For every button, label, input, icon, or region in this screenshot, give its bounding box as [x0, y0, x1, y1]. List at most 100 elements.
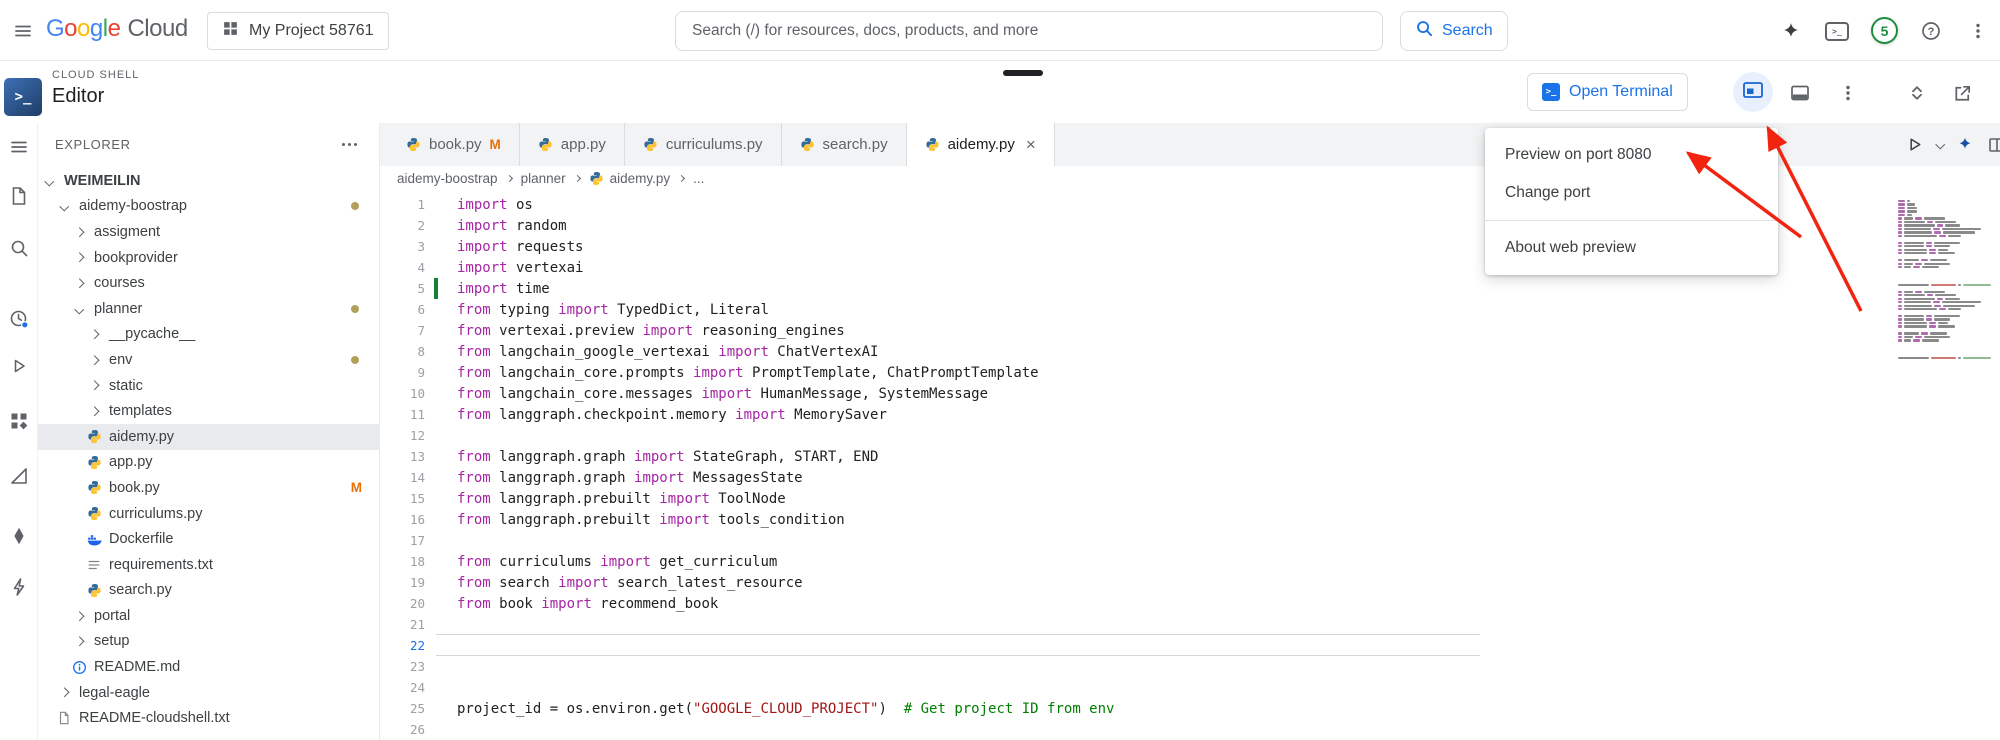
tree-item-aidemy-py[interactable]: aidemy.py: [38, 424, 379, 450]
chevron-right-icon: [89, 407, 98, 416]
line-number: 21: [380, 617, 425, 632]
code-line: 15from langgraph.prebuilt import ToolNod…: [380, 488, 2000, 509]
tab-search-py[interactable]: search.py: [782, 123, 907, 166]
gemini-code-assist-icon[interactable]: [1956, 136, 1974, 154]
tree-item-label: README.md: [94, 659, 180, 675]
tree-item-pycache[interactable]: __pycache__: [38, 322, 379, 348]
gemini-sparkle-icon[interactable]: [1779, 19, 1803, 43]
code-line: 6from typing import TypedDict, Literal: [380, 299, 2000, 320]
minimap[interactable]: [1898, 200, 1992, 364]
tree-item-requirements-txt[interactable]: requirements.txt: [38, 552, 379, 578]
active-sessions-badge[interactable]: 5: [1871, 17, 1898, 44]
tree-item-bookprovider[interactable]: bookprovider: [38, 245, 379, 271]
code-line-text: from typing import TypedDict, Literal: [457, 302, 769, 318]
toggle-terminal-panel-icon[interactable]: [1788, 81, 1812, 105]
tree-item-search-py[interactable]: search.py: [38, 578, 379, 604]
run-options-chevron-icon[interactable]: [1935, 140, 1944, 149]
tree-item-templates[interactable]: templates: [38, 398, 379, 424]
code-line: 9from langchain_core.prompts import Prom…: [380, 362, 2000, 383]
tab-close-icon[interactable]: ×: [1026, 135, 1036, 155]
web-preview-button[interactable]: [1733, 72, 1773, 112]
breadcrumb-item-aidemy-py[interactable]: aidemy.py: [589, 171, 671, 186]
menu-item-about-web-preview[interactable]: About web preview: [1485, 229, 1778, 267]
tree-item-portal[interactable]: portal: [38, 603, 379, 629]
tree-item-assigment[interactable]: assigment: [38, 219, 379, 245]
list-file-icon: [86, 558, 102, 572]
tree-item-label: planner: [94, 301, 142, 317]
expand-collapse-icon[interactable]: [1905, 81, 1929, 105]
code-line: 11from langgraph.checkpoint.memory impor…: [380, 404, 2000, 425]
code-line-text: import time: [457, 281, 550, 297]
breadcrumb-item-[interactable]: ...: [693, 171, 704, 186]
breadcrumb-item-aidemy-boostrap[interactable]: aidemy-boostrap: [397, 171, 498, 186]
code-line: 7from vertexai.preview import reasoning_…: [380, 320, 2000, 341]
gem-icon[interactable]: [8, 525, 30, 547]
explorer-menu-icon[interactable]: [8, 136, 30, 158]
editor-title: Editor: [52, 85, 104, 108]
menu-item-preview-on-port-8080[interactable]: Preview on port 8080: [1485, 136, 1778, 174]
line-number: 16: [380, 512, 425, 527]
tab-app-py[interactable]: app.py: [520, 123, 625, 166]
tree-item-static[interactable]: static: [38, 373, 379, 399]
tab-book-py[interactable]: book.pyM: [388, 123, 520, 166]
tree-item-setup[interactable]: setup: [38, 629, 379, 655]
lightning-icon[interactable]: [8, 576, 30, 598]
tree-item-app-py[interactable]: app.py: [38, 450, 379, 476]
tree-item-env[interactable]: env: [38, 347, 379, 373]
breadcrumb-item-planner[interactable]: planner: [521, 171, 566, 186]
code-line: 20from book import recommend_book: [380, 593, 2000, 614]
tree-item-label: __pycache__: [109, 326, 195, 342]
tree-item-aidemy-boostrap[interactable]: aidemy-boostrap: [38, 194, 379, 220]
shell-more-options-icon[interactable]: [1836, 81, 1860, 105]
menu-item-change-port[interactable]: Change port: [1485, 174, 1778, 212]
explorer-more-actions-icon[interactable]: [338, 139, 361, 150]
panel-drag-handle[interactable]: [1003, 70, 1043, 76]
global-search-input[interactable]: [675, 11, 1383, 51]
extensions-icon[interactable]: [8, 410, 30, 432]
cloud-shell-toggle-icon[interactable]: >_: [1825, 19, 1849, 43]
more-options-icon[interactable]: [1966, 19, 1990, 43]
line-number: 17: [380, 533, 425, 548]
tree-item-book-py[interactable]: book.pyM: [38, 475, 379, 501]
files-icon[interactable]: [8, 185, 30, 207]
main-menu-icon[interactable]: [12, 20, 34, 42]
run-debug-icon[interactable]: [8, 355, 30, 377]
info-file-icon: [71, 660, 87, 675]
tree-item-readme-cloudshell-txt[interactable]: README-cloudshell.txt: [38, 705, 379, 731]
tab-aidemy-py[interactable]: aidemy.py×: [907, 123, 1055, 166]
ruler-icon[interactable]: [8, 465, 30, 487]
tree-item-label: WEIMEILIN: [64, 173, 141, 189]
file-tree: WEIMEILIN aidemy-boostrapassigmentbookpro…: [38, 168, 379, 731]
folder-chevron: [56, 689, 72, 696]
tab-label: search.py: [823, 136, 888, 153]
code-line-text: from langchain_core.prompts import Promp…: [457, 365, 1039, 381]
tab-curriculums-py[interactable]: curriculums.py: [625, 123, 782, 166]
line-number: 8: [380, 344, 425, 359]
search-button[interactable]: Search: [1400, 11, 1508, 51]
python-file-icon: [643, 137, 658, 152]
tree-item-readme-md[interactable]: README.md: [38, 654, 379, 680]
tree-item-weimeilin[interactable]: WEIMEILIN: [38, 168, 379, 194]
search-panel-icon[interactable]: [8, 237, 30, 259]
tree-item-courses[interactable]: courses: [38, 270, 379, 296]
tree-item-dockerfile[interactable]: Dockerfile: [38, 526, 379, 552]
project-grid-icon: [222, 20, 239, 42]
code-line-text: from langchain_core.messages import Huma…: [457, 386, 988, 402]
tree-item-legal-eagle[interactable]: legal-eagle: [38, 680, 379, 706]
open-in-new-window-icon[interactable]: [1950, 81, 1974, 105]
folder-chevron: [71, 229, 87, 236]
tree-item-curriculums-py[interactable]: curriculums.py: [38, 501, 379, 527]
open-terminal-button[interactable]: >_ Open Terminal: [1527, 73, 1688, 111]
run-file-icon[interactable]: [1905, 135, 1924, 154]
tree-item-planner[interactable]: planner: [38, 296, 379, 322]
gcp-top-bar: Google Cloud My Project 58761 Search >_ …: [0, 0, 2000, 61]
tree-item-label: static: [109, 378, 143, 394]
project-selector[interactable]: My Project 58761: [207, 12, 389, 50]
python-file-icon: [86, 455, 102, 470]
python-file-icon: [800, 137, 815, 152]
help-icon[interactable]: ?: [1919, 19, 1943, 43]
split-editor-icon[interactable]: [1987, 135, 2000, 155]
code-line: 5import time: [380, 278, 2000, 299]
explorer-panel: EXPLORER WEIMEILINaidemy-boostrapassigme…: [38, 123, 380, 740]
history-icon[interactable]: [8, 308, 30, 330]
